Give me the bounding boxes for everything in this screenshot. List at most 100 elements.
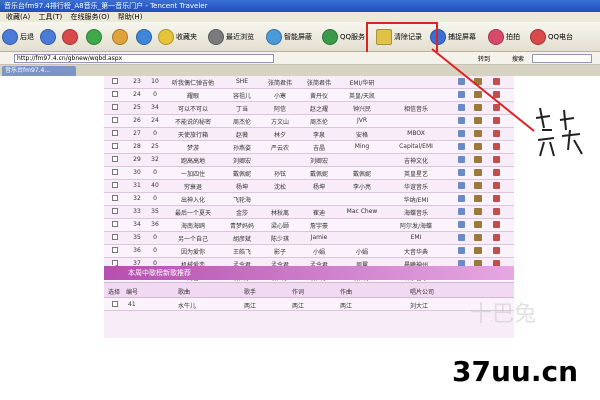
row-cell: JVR xyxy=(356,117,368,124)
row-checkbox[interactable] xyxy=(112,221,118,227)
row-cell: 32 xyxy=(151,156,159,163)
add-icon[interactable] xyxy=(474,195,482,202)
qq-service-button[interactable]: QQ服务 xyxy=(322,27,365,47)
row-cell: 大音华典 xyxy=(403,249,428,256)
row-cell: 詹宇豪 xyxy=(309,223,328,230)
row-checkbox[interactable] xyxy=(112,156,118,162)
row-cell: 杨坤 xyxy=(312,184,325,191)
edit-icon[interactable] xyxy=(493,234,500,241)
edit-icon[interactable] xyxy=(493,195,500,202)
play-icon[interactable] xyxy=(458,221,465,228)
row-cell: 刘卿宏 xyxy=(232,158,251,165)
stop-button[interactable] xyxy=(62,27,80,47)
row-checkbox[interactable] xyxy=(112,301,118,307)
table-row: 36 0 因为爱你 王皓飞 影子 小娟 小娟 大音华典 xyxy=(104,245,514,258)
row-cell: 不能说的秘密 xyxy=(174,119,211,126)
row-checkbox[interactable] xyxy=(112,195,118,201)
row-cell: 影子 xyxy=(273,249,286,256)
play-icon[interactable] xyxy=(458,143,465,150)
row-checkbox[interactable] xyxy=(112,169,118,175)
menu-item[interactable]: 工具(T) xyxy=(39,13,63,21)
table-row: 35 0 另一个自己 胡彦斌 陈少琪 Jamie EMI xyxy=(104,232,514,245)
row-cell: 穷衰退 xyxy=(183,184,202,191)
row-cell: SHE xyxy=(235,78,249,85)
row-cell: 吉神文化 xyxy=(403,158,428,165)
menu-item[interactable]: 在线服务(O) xyxy=(70,13,109,21)
row-cell: 24 xyxy=(151,117,159,124)
qq-radio-button[interactable]: QQ电台 xyxy=(530,27,573,47)
recent-button[interactable]: 最近浏览 xyxy=(208,27,254,47)
row-checkbox[interactable] xyxy=(112,130,118,136)
play-icon[interactable] xyxy=(458,195,465,202)
add-icon[interactable] xyxy=(474,234,482,241)
row-cell: 青梦妈妈 xyxy=(229,223,254,230)
stop-icon xyxy=(62,29,78,45)
row-cell: EMI/华研 xyxy=(349,80,375,87)
row-cell: 胡彦斌 xyxy=(232,236,251,243)
play-icon[interactable] xyxy=(458,247,465,254)
row-cell: 28 xyxy=(133,143,141,150)
row-number: 41 xyxy=(128,301,136,308)
row-checkbox[interactable] xyxy=(112,208,118,214)
add-icon[interactable] xyxy=(474,247,482,254)
menu-item[interactable]: 收藏(A) xyxy=(6,13,30,21)
edit-icon[interactable] xyxy=(493,169,500,176)
play-icon[interactable] xyxy=(458,182,465,189)
row-cell: 沈松 xyxy=(273,184,286,191)
row-checkbox[interactable] xyxy=(112,91,118,97)
edit-icon[interactable] xyxy=(493,156,500,163)
home-button[interactable] xyxy=(112,27,130,47)
row-checkbox[interactable] xyxy=(112,117,118,123)
row-checkbox[interactable] xyxy=(112,247,118,253)
col-label: 唱片公司 xyxy=(410,289,435,296)
row-cell: 40 xyxy=(151,182,159,189)
col-composer: 作曲 xyxy=(340,289,353,296)
paipai-button[interactable]: 拍拍 xyxy=(488,27,520,47)
add-icon[interactable] xyxy=(474,143,482,150)
play-icon[interactable] xyxy=(458,208,465,215)
back-button[interactable]: 后退 xyxy=(2,27,34,47)
table-row: 34 36 海南海鸥 青梦妈妈 梁心颐 詹宇豪 阿尔发/海蝶 xyxy=(104,219,514,232)
history-icon xyxy=(136,29,152,45)
refresh-button[interactable] xyxy=(86,27,104,47)
row-cell: 0 xyxy=(153,91,157,98)
favorites-button[interactable]: 收藏夹 xyxy=(158,27,197,47)
address-input[interactable]: http://fm97.4.cn/gbnew/wqbd.aspx xyxy=(14,54,274,63)
row-cell: 崔迪 xyxy=(312,210,325,217)
edit-icon[interactable] xyxy=(493,247,500,254)
edit-icon[interactable] xyxy=(493,143,500,150)
play-icon[interactable] xyxy=(458,169,465,176)
row-checkbox[interactable] xyxy=(112,182,118,188)
add-icon[interactable] xyxy=(474,221,482,228)
window-title: 音乐台fm97.4排行榜_A8音乐_第一音乐门户 - Tencent Trave… xyxy=(4,2,208,10)
section-title: 本周中歌榜新歌推荐 xyxy=(104,266,514,280)
forward-button[interactable] xyxy=(40,27,58,47)
row-cell: 25 xyxy=(133,104,141,111)
add-icon[interactable] xyxy=(474,169,482,176)
menu-item[interactable]: 帮助(H) xyxy=(118,13,143,21)
row-cell: 听我偶仁弹吉他 xyxy=(171,80,214,87)
add-icon[interactable] xyxy=(474,182,482,189)
watermark-brand: 37uu.cn xyxy=(452,355,578,388)
block-button[interactable]: 智能屏蔽 xyxy=(266,27,312,47)
row-cell: 32 xyxy=(133,195,141,202)
row-checkbox[interactable] xyxy=(112,104,118,110)
edit-icon[interactable] xyxy=(493,208,500,215)
add-icon[interactable] xyxy=(474,156,482,163)
edit-icon[interactable] xyxy=(493,221,500,228)
row-cell: 李小亮 xyxy=(352,184,371,191)
row-cell: 最后一个夏天 xyxy=(174,210,211,217)
edit-icon[interactable] xyxy=(493,182,500,189)
play-icon[interactable] xyxy=(458,156,465,163)
row-cell: 小娟 xyxy=(355,249,368,256)
history-button[interactable] xyxy=(136,27,154,47)
row-checkbox[interactable] xyxy=(112,143,118,149)
tab-music[interactable]: 音乐台fm97.4... xyxy=(2,66,76,76)
row-cell: 24 xyxy=(133,91,141,98)
row-cell: 另一个自己 xyxy=(177,236,208,243)
search-input[interactable] xyxy=(532,54,592,63)
add-icon[interactable] xyxy=(474,208,482,215)
row-checkbox[interactable] xyxy=(112,234,118,240)
play-icon[interactable] xyxy=(458,234,465,241)
row-checkbox[interactable] xyxy=(112,78,118,84)
